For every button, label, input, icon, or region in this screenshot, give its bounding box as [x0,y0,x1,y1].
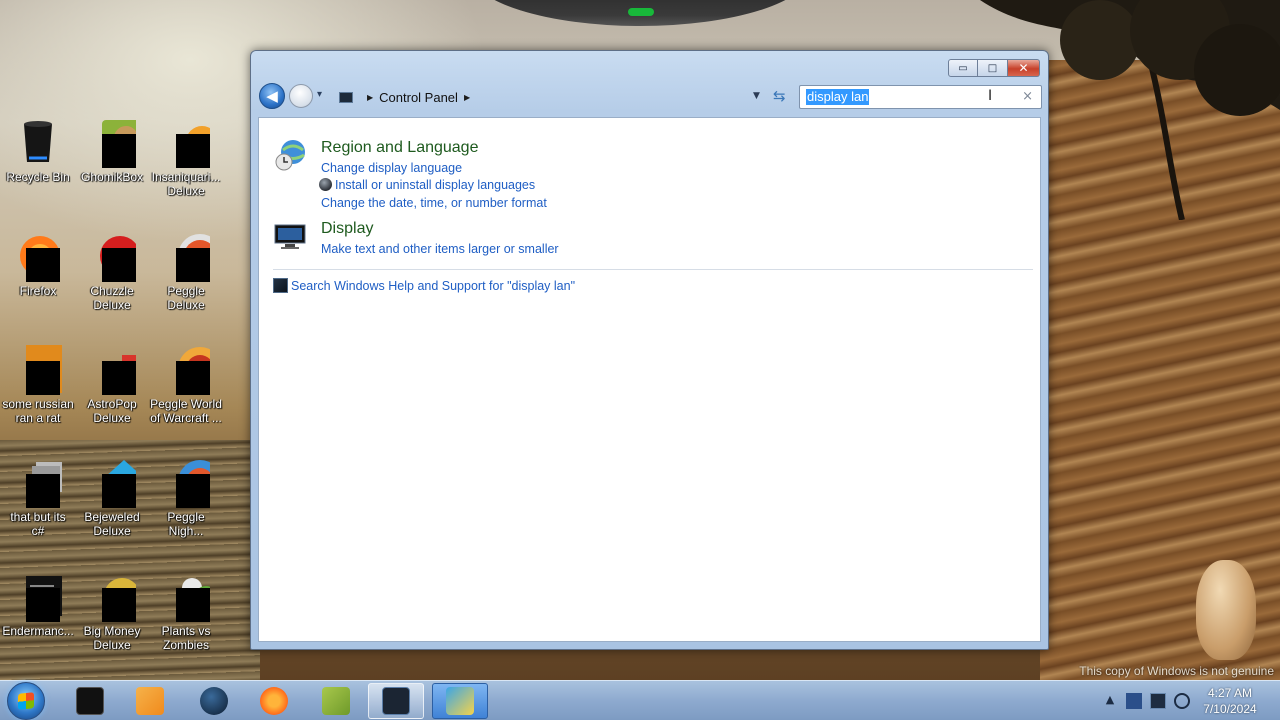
breadcrumb-arrow-icon[interactable]: ▶ [367,93,373,102]
navigation-bar: ◀ ▾ ▶ Control Panel ▶ ▼ ⇆ display lan I … [259,83,1042,111]
desktop-icon-firefox[interactable]: Firefox [0,232,76,332]
search-input[interactable]: display lan I × [799,85,1042,109]
search-results-pane: Region and Language Change display langu… [258,117,1041,642]
result-title-display[interactable]: Display [321,219,373,239]
wallpaper-hamster [1196,560,1256,660]
desktop-icon-some-russian[interactable]: e some russian ran a rat [0,345,76,445]
back-button[interactable]: ◀ [259,83,285,109]
link-make-text-larger-smaller[interactable]: Make text and other items larger or smal… [321,241,559,257]
breadcrumb-control-panel[interactable]: Control Panel [379,90,458,105]
link-change-date-time-number-format[interactable]: Change the date, time, or number format [321,195,547,211]
ghomikbox-icon [88,118,148,168]
link-search-windows-help[interactable]: Search Windows Help and Support for "dis… [291,279,575,293]
control-panel-icon [382,687,410,715]
caption-buttons: ▭ □ ✕ [948,59,1040,79]
clock-date: 7/10/2024 [1203,702,1257,716]
peggle-wow-icon [162,345,222,395]
system-tray: ▲ [1098,681,1194,720]
start-button[interactable] [7,682,45,720]
recycle-bin-icon [14,118,62,166]
ghomikbox-icon [322,687,350,715]
dark-globe-icon [200,687,228,715]
search-input-value: display lan [806,89,870,105]
desktop-icon-insaniquarium[interactable]: Insaniquari... Deluxe [148,118,224,218]
chuzzle-icon [88,232,140,282]
desktop-icon-plants-vs-zombies[interactable]: Plants vs Zombies [148,572,224,672]
desktop-icon-ghomikbox[interactable]: GhomikBox [74,118,150,218]
clock[interactable]: 4:27 AM 7/10/2024 [1190,685,1270,717]
refresh-button[interactable]: ⇆ [773,87,786,105]
taskbar: ▲ 4:27 AM 7/10/2024 [0,680,1280,720]
wallpaper-dish-light [628,8,654,16]
action-center-icon [446,687,474,715]
plants-vs-zombies-icon [162,572,218,622]
network-icon[interactable] [1150,693,1166,709]
maximize-icon: □ [987,62,998,74]
forward-button[interactable] [289,84,313,108]
address-bar[interactable]: ▶ Control Panel ▶ [331,85,783,109]
media-player-icon [136,687,164,715]
desktop-icon-peggle-nights[interactable]: Peggle Nigh... [148,458,224,558]
minimize-icon: ▭ [958,62,968,74]
desktop-icon-peggle[interactable]: Peggle Deluxe [148,232,224,332]
windows-not-genuine-watermark: This copy of Windows is not genuine [1079,664,1274,678]
text-cursor-icon: I [988,88,993,104]
desktop-icon-peggle-world-of-warcraft[interactable]: Peggle World of Warcraft ... [148,345,224,445]
admin-shield-icon [319,178,332,191]
close-button[interactable]: ✕ [1008,59,1040,77]
maximize-button[interactable]: □ [978,59,1008,77]
clear-search-button[interactable]: × [1022,89,1033,104]
link-install-uninstall-display-languages[interactable]: Install or uninstall display languages [319,177,535,193]
link-change-display-language[interactable]: Change display language [321,160,462,176]
peggle-nights-icon [162,458,222,508]
firefox-icon [14,232,62,282]
taskbar-control-panel[interactable] [368,683,424,719]
peggle-icon [162,232,222,282]
insaniquarium-icon [162,118,218,168]
help-support-icon [273,278,288,293]
taskbar-media-player[interactable] [122,683,178,719]
show-hidden-icons-button[interactable]: ▲ [1102,693,1118,709]
minimize-button[interactable]: ▭ [948,59,978,77]
result-title-region-and-language[interactable]: Region and Language [321,138,478,158]
desktop-icon-that-but-its-csharp[interactable]: that but its c# [0,458,76,558]
file-stack-icon [14,458,64,508]
desktop-icon-chuzzle[interactable]: Chuzzle Deluxe [74,232,150,332]
arrow-left-icon: ◀ [266,87,278,105]
results-divider [273,269,1033,270]
close-icon: ✕ [1018,61,1029,75]
help-search-row[interactable]: Search Windows Help and Support for "dis… [273,278,575,293]
firefox-icon [260,687,288,715]
black-box-icon [76,687,104,715]
address-dropdown-button[interactable]: ▼ [753,91,760,101]
document-icon: e [14,345,74,395]
monitor-icon [274,224,306,249]
desktop-icon-astropop[interactable]: AstroPop Deluxe [74,345,150,445]
taskbar-firefox[interactable] [246,683,302,719]
taskbar-ghomikbox[interactable] [308,683,364,719]
desktop-icon-bejeweled[interactable]: Bejeweled Deluxe [74,458,150,558]
desktop-icon-endermanch[interactable]: Endermanc... [0,572,76,672]
clock-time: 4:27 AM [1207,686,1253,700]
control-panel-icon [339,91,353,103]
windows-logo-icon [18,692,34,710]
volume-icon[interactable] [1174,693,1190,709]
taskbar-app-globe[interactable] [186,683,242,719]
terminal-icon [14,572,74,622]
taskbar-app-active[interactable] [432,683,488,719]
globe-clock-icon [275,140,305,171]
desktop-icon-big-money[interactable]: Big Money Deluxe [74,572,150,672]
desktop-icon-recycle-bin[interactable]: Recycle Bin [0,118,76,218]
taskbar-app-1[interactable] [62,683,118,719]
bejeweled-icon [88,458,144,508]
big-money-icon [88,572,140,622]
flag-icon[interactable] [1126,693,1142,709]
breadcrumb-arrow-icon[interactable]: ▶ [464,93,470,102]
astropop-icon [88,345,144,395]
control-panel-window: ▭ □ ✕ ◀ ▾ ▶ Control Panel ▶ ▼ ⇆ display … [250,50,1049,650]
recent-pages-dropdown[interactable]: ▾ [317,89,322,100]
